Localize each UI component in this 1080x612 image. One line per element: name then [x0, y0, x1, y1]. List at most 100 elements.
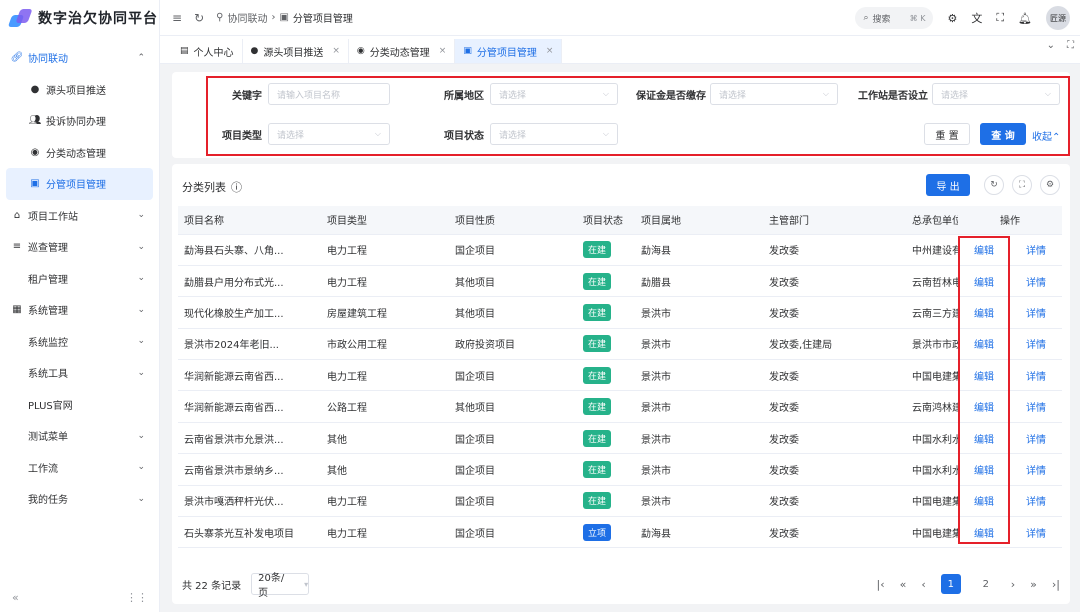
app-logo[interactable]: 数字治欠协同平台	[0, 0, 159, 36]
detail-link[interactable]: 详情	[1010, 390, 1062, 423]
sidebar-item[interactable]: ⌂ 项目工作站 ⌄	[0, 200, 159, 232]
sidebar-item-label: 系统监控	[28, 337, 68, 349]
sidebar-item[interactable]: 测试菜单 ⌄	[0, 420, 159, 452]
avatar[interactable]: 匠源	[1046, 6, 1070, 30]
refresh-icon[interactable]: ↻	[984, 175, 1004, 195]
sidebar-item[interactable]: ● 源头项目推送	[0, 74, 159, 106]
help-circle-icon[interactable]: ⓘ	[231, 179, 242, 195]
prev-page-icon[interactable]: ‹	[921, 578, 925, 591]
station-select[interactable]: 请选择 ⌵	[932, 83, 1060, 105]
settings-icon[interactable]: ⚙	[947, 12, 957, 25]
status-cell: 在建	[577, 422, 635, 455]
close-icon[interactable]: ×	[439, 46, 447, 56]
table-row: 云南省景洪市景纳乡...其他国企项目在建景洪市发改委中国水利水电有限公司编辑详情	[178, 453, 1062, 486]
breadcrumb-item[interactable]: 协同联动	[227, 10, 267, 25]
sidebar-item[interactable]: 我的任务 ⌄	[0, 483, 159, 515]
sidebar-item[interactable]: ▦ 系统管理 ⌄	[0, 294, 159, 326]
sidebar-item[interactable]: ◉ 分类动态管理	[0, 137, 159, 169]
next-group-icon[interactable]: »	[1030, 578, 1037, 591]
bell-icon[interactable]: 🔔︎	[1018, 12, 1032, 25]
home-icon: ⌂	[13, 209, 21, 221]
table-row: 华润新能源云南省西...公路工程其他项目在建景洪市发改委云南鸿林建设有限公司编辑…	[178, 390, 1062, 423]
detail-link[interactable]: 详情	[1010, 265, 1062, 298]
detail-link[interactable]: 详情	[1010, 328, 1062, 361]
cell-contractor: 中国水利水电有限公司	[906, 422, 958, 455]
sidebar-item[interactable]: PLUS官网	[0, 389, 159, 421]
sidebar-item[interactable]: 系统监控 ⌄	[0, 326, 159, 358]
cell-name: 勐腊县户用分布式光...	[178, 265, 321, 298]
next-page-icon[interactable]: ›	[1011, 578, 1015, 591]
deposit-select[interactable]: 请选择 ⌵	[710, 83, 838, 105]
board-icon: ▣	[463, 46, 472, 56]
tab-fullscreen-icon[interactable]: ⛶	[1067, 40, 1074, 51]
detail-link[interactable]: 详情	[1010, 453, 1062, 486]
global-search[interactable]: ⌕ 搜索 ⌘ K	[855, 7, 934, 29]
column-header: 项目状态	[577, 206, 635, 235]
sidebar-item[interactable]: ≡ 巡查管理 ⌄	[0, 231, 159, 263]
sidebar-item[interactable]: ▣ 分管项目管理	[6, 168, 153, 200]
cell-type: 电力工程	[321, 485, 449, 518]
tab[interactable]: ▤ 个人中心	[172, 39, 243, 63]
close-icon[interactable]: ×	[546, 46, 554, 56]
tab-dropdown-icon[interactable]: ⌄	[1047, 40, 1055, 51]
first-page-icon[interactable]: |‹	[877, 578, 885, 591]
fullscreen-icon[interactable]: ⛶	[1012, 175, 1032, 195]
close-icon[interactable]: ×	[332, 46, 340, 56]
refresh-icon[interactable]: ↻	[194, 11, 204, 25]
detail-link[interactable]: 详情	[1010, 234, 1062, 266]
tab[interactable]: ▣ 分管项目管理 ×	[455, 39, 563, 63]
cell-dept: 发改委	[763, 422, 906, 455]
pagination: 共 22 条记录 20条/页 ▾ |‹ « ‹ 1 2 › » ›|	[182, 572, 1060, 599]
region-placeholder: 请选择	[499, 90, 527, 101]
type-select[interactable]: 请选择 ⌵	[268, 123, 390, 145]
detail-link[interactable]: 详情	[1010, 516, 1062, 549]
tab[interactable]: ● 源头项目推送 ×	[243, 39, 349, 63]
status-badge: 在建	[583, 460, 612, 478]
cell-name: 华润新能源云南省西...	[178, 390, 321, 423]
page-number[interactable]: 2	[976, 574, 996, 594]
cell-area: 勐海县	[635, 234, 763, 266]
tab[interactable]: ◉ 分类动态管理 ×	[349, 39, 456, 63]
status-select[interactable]: 请选择 ⌵	[490, 123, 618, 145]
sidebar-item[interactable]: 👥︎ 投诉协同办理	[0, 105, 159, 137]
breadcrumb-board-icon: ▣	[279, 12, 289, 23]
cell-nature: 国企项目	[449, 234, 577, 266]
sidebar-item[interactable]: 租户管理 ⌄	[0, 263, 159, 295]
station-placeholder: 请选择	[941, 90, 969, 101]
cell-nature: 其他项目	[449, 296, 577, 329]
collapse-sidebar-icon[interactable]: «	[12, 591, 19, 604]
cell-name: 云南省景洪市允景洪...	[178, 422, 321, 455]
drag-handle-icon[interactable]: ⋮⋮	[126, 591, 148, 604]
cell-contractor: 中州建设有限公司	[906, 234, 958, 266]
query-button[interactable]: 查 询	[980, 123, 1026, 145]
table-row: 云南省景洪市允景洪...其他国企项目在建景洪市发改委中国水利水电有限公司编辑详情	[178, 422, 1062, 455]
page-size-value: 20条/页	[258, 573, 285, 599]
column-settings-icon[interactable]: ⚙	[1040, 175, 1060, 195]
reset-button[interactable]: 重 置	[924, 123, 970, 145]
detail-link[interactable]: 详情	[1010, 296, 1062, 329]
language-icon[interactable]: 文	[971, 10, 982, 26]
table-row: 现代化橡胶生产加工...房屋建筑工程其他项目在建 景洪市发改委云南三方建设有限公司…	[178, 296, 1062, 329]
dot-icon: ●	[250, 46, 259, 56]
sidebar-item[interactable]: 工作流 ⌄	[0, 452, 159, 484]
export-button[interactable]: 导 出	[926, 174, 970, 196]
region-select[interactable]: 请选择 ⌵	[490, 83, 618, 105]
status-cell: 在建	[577, 390, 635, 423]
sidebar-item[interactable]: 🔗︎ 协同联动 ⌃	[0, 42, 159, 74]
detail-link[interactable]: 详情	[1010, 422, 1062, 455]
collapse-link[interactable]: 收起⌃	[1032, 128, 1060, 143]
chevron-down-icon: ⌄	[137, 273, 145, 284]
page-number[interactable]: 1	[940, 574, 961, 594]
menu-toggle-icon[interactable]: ≡	[172, 11, 182, 25]
fullscreen-icon[interactable]: ⛶	[996, 11, 1004, 25]
status-cell: 在建	[577, 265, 635, 298]
sidebar-item[interactable]: 系统工具 ⌄	[0, 357, 159, 389]
prev-group-icon[interactable]: «	[900, 578, 907, 591]
detail-link[interactable]: 详情	[1010, 359, 1062, 392]
detail-link[interactable]: 详情	[1010, 485, 1062, 518]
page-size-select[interactable]: 20条/页 ▾	[251, 573, 310, 599]
type-placeholder: 请选择	[277, 130, 305, 141]
breadcrumb-current: 分管项目管理	[292, 14, 353, 25]
keyword-input[interactable]: 请输入项目名称	[268, 83, 390, 105]
last-page-icon[interactable]: ›|	[1052, 578, 1060, 591]
